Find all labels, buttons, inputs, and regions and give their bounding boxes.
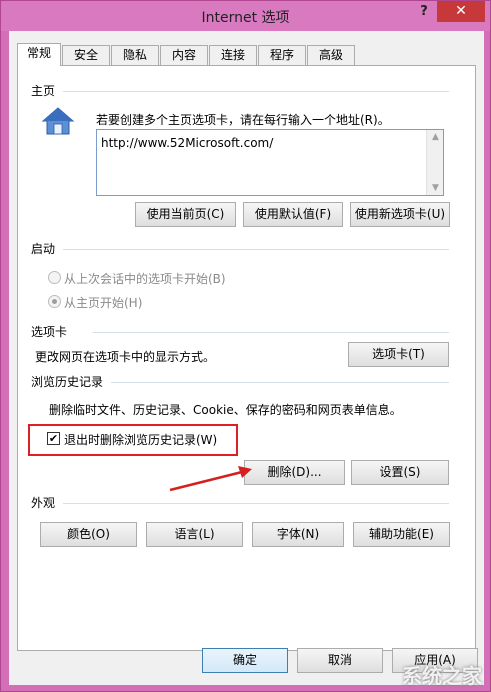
radio-homepage[interactable] xyxy=(48,295,61,308)
use-new-tab-button[interactable]: 使用新选项卡(U) xyxy=(350,202,450,227)
accessibility-button[interactable]: 辅助功能(E) xyxy=(353,522,450,547)
appearance-group-title: 外观 xyxy=(31,496,56,510)
colors-button[interactable]: 颜色(O) xyxy=(40,522,137,547)
homepage-url-value: http://www.52Microsoft.com/ xyxy=(101,136,274,150)
homepage-url-textarea[interactable]: http://www.52Microsoft.com/ ▲ ▼ xyxy=(96,129,444,196)
use-current-page-button[interactable]: 使用当前页(C) xyxy=(135,202,236,227)
tabs-description: 更改网页在选项卡中的显示方式。 xyxy=(35,350,216,364)
tab-general[interactable]: 常规 xyxy=(17,43,61,66)
history-settings-button[interactable]: 设置(S) xyxy=(351,460,449,485)
delete-history-button[interactable]: 删除(D)... xyxy=(244,460,345,485)
tab-privacy[interactable]: 隐私 xyxy=(111,45,159,65)
scroll-down-icon[interactable]: ▼ xyxy=(427,183,444,193)
internet-options-window: Internet 选项 ? ✕ 常规 安全 隐私 内容 连接 程序 高级 主页 … xyxy=(0,0,491,692)
history-description: 删除临时文件、历史记录、Cookie、保存的密码和网页表单信息。 xyxy=(49,403,402,417)
close-button[interactable]: ✕ xyxy=(437,1,485,22)
radio-homepage-label[interactable]: 从主页开始(H) xyxy=(64,294,142,311)
help-button[interactable]: ? xyxy=(411,1,437,23)
cancel-button[interactable]: 取消 xyxy=(297,648,383,673)
annotation-arrow-icon xyxy=(169,466,252,492)
title-bar[interactable]: Internet 选项 ? ✕ xyxy=(1,1,490,31)
tab-security[interactable]: 安全 xyxy=(62,45,110,65)
home-icon xyxy=(41,107,75,135)
ok-button[interactable]: 确定 xyxy=(202,648,288,673)
tab-programs[interactable]: 程序 xyxy=(258,45,306,65)
tabs-group-divider xyxy=(93,332,449,333)
tab-connections[interactable]: 连接 xyxy=(209,45,257,65)
tab-advanced[interactable]: 高级 xyxy=(307,45,355,65)
textarea-scrollbar[interactable]: ▲ ▼ xyxy=(426,130,443,195)
radio-last-session-label[interactable]: 从上次会话中的选项卡开始(B) xyxy=(64,270,226,287)
languages-button[interactable]: 语言(L) xyxy=(146,522,243,547)
delete-on-exit-checkbox[interactable]: ✔ xyxy=(47,432,60,445)
startup-group-title: 启动 xyxy=(31,242,56,256)
fonts-button[interactable]: 字体(N) xyxy=(252,522,344,547)
homepage-description: 若要创建多个主页选项卡，请在每行输入一个地址(R)。 xyxy=(96,113,390,127)
tab-content[interactable]: 内容 xyxy=(160,45,208,65)
tabs-group-title: 选项卡 xyxy=(31,325,68,339)
site-watermark: 系统之家 xyxy=(402,664,482,688)
homepage-group-title: 主页 xyxy=(31,84,56,98)
tabs-settings-button[interactable]: 选项卡(T) xyxy=(348,342,449,367)
homepage-group-divider xyxy=(63,91,449,92)
appearance-group-divider xyxy=(63,503,449,504)
scroll-up-icon[interactable]: ▲ xyxy=(427,132,444,142)
radio-last-session[interactable] xyxy=(48,271,61,284)
history-group-title: 浏览历史记录 xyxy=(31,375,104,389)
delete-on-exit-label[interactable]: 退出时删除浏览历史记录(W) xyxy=(64,431,217,448)
startup-group-divider xyxy=(63,249,449,250)
history-group-divider xyxy=(111,382,449,383)
use-default-button[interactable]: 使用默认值(F) xyxy=(243,202,343,227)
